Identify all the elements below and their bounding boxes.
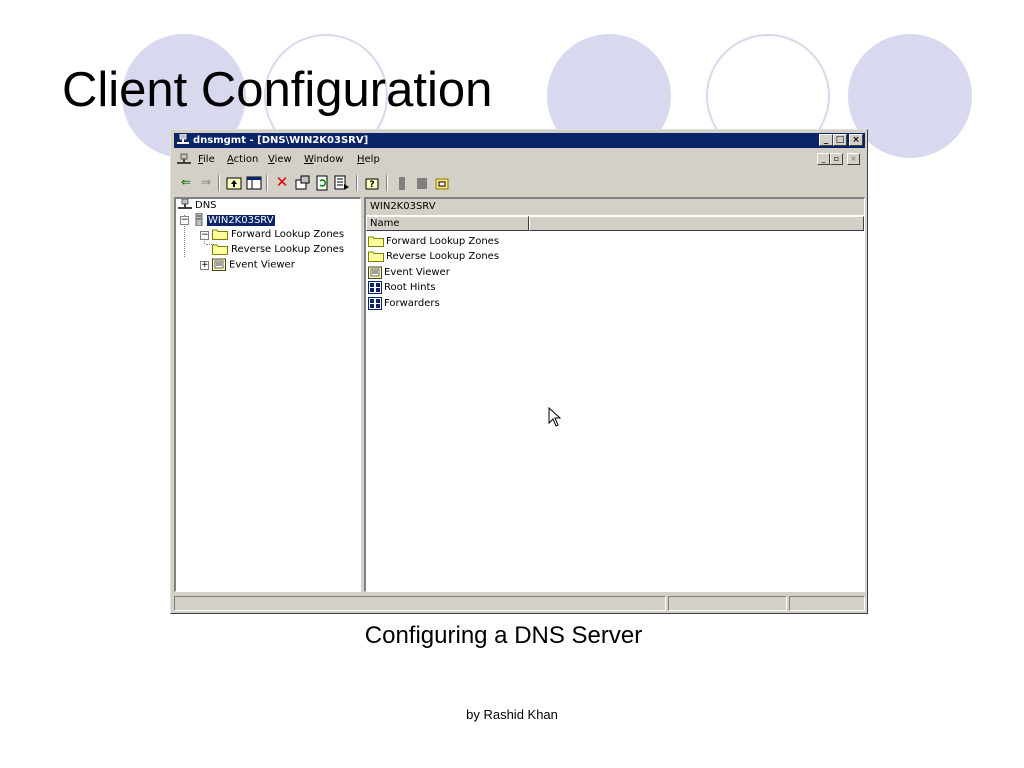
toolbar-separator bbox=[218, 175, 220, 191]
slide-byline: by Rashid Khan bbox=[466, 707, 558, 722]
list-item-label: Root Hints bbox=[384, 282, 436, 293]
list-item[interactable]: Forwarders bbox=[368, 296, 440, 311]
collapse-server-button[interactable]: − bbox=[180, 216, 189, 225]
list-item[interactable]: Event Viewer bbox=[368, 265, 450, 280]
folder-icon bbox=[368, 236, 384, 247]
list-item[interactable]: Root Hints bbox=[368, 280, 436, 295]
tree-item-reverse-lookup-zones[interactable]: Reverse Lookup Zones bbox=[212, 243, 344, 257]
details-header: WIN2K03SRV bbox=[366, 199, 864, 215]
list-item-label: Forward Lookup Zones bbox=[386, 236, 500, 247]
server-icon[interactable] bbox=[394, 175, 410, 191]
toolbar-separator bbox=[386, 175, 388, 191]
svg-text:?: ? bbox=[369, 180, 374, 190]
collapse-forward-zones-button[interactable]: − bbox=[200, 231, 209, 240]
properties-icon[interactable] bbox=[294, 175, 310, 191]
window-title: dnsmgmt - [DNS\WIN2K03SRV] bbox=[193, 135, 369, 146]
tree-label: Reverse Lookup Zones bbox=[231, 244, 345, 255]
toolbar-separator bbox=[356, 175, 358, 191]
tree-label: WIN2K03SRV bbox=[207, 214, 275, 226]
tree-label: Event Viewer bbox=[229, 259, 295, 271]
help-icon[interactable]: ? bbox=[364, 175, 380, 191]
refresh-icon[interactable] bbox=[314, 175, 330, 191]
menu-action[interactable]: Action bbox=[227, 154, 258, 165]
new-record-icon[interactable] bbox=[434, 175, 450, 191]
root-hints-icon bbox=[368, 280, 382, 294]
console-tree: DNS − WIN2K03SRV − Forward Lookup Zones … bbox=[174, 197, 361, 592]
folder-icon bbox=[212, 244, 228, 255]
show-hide-tree-icon[interactable] bbox=[246, 175, 262, 191]
tree-item-dns[interactable]: DNS bbox=[178, 199, 217, 213]
column-header-blank[interactable] bbox=[529, 216, 864, 231]
slide-caption: Configuring a DNS Server bbox=[364, 622, 643, 649]
list-item[interactable]: Forward Lookup Zones bbox=[368, 234, 499, 249]
folder-icon bbox=[368, 251, 384, 262]
maximize-button[interactable]: □ bbox=[833, 134, 847, 146]
server-icon bbox=[195, 213, 203, 226]
dns-management-window: dnsmgmt - [DNS\WIN2K03SRV] _ □ × File Ac… bbox=[170, 129, 868, 614]
list-item-label: Reverse Lookup Zones bbox=[386, 251, 500, 262]
forwarders-icon bbox=[368, 296, 382, 310]
folder-icon bbox=[212, 229, 228, 240]
event-viewer-icon bbox=[368, 266, 382, 279]
slide-title: Client Configuration bbox=[62, 63, 493, 117]
tree-item-event-viewer[interactable]: Event Viewer bbox=[212, 258, 295, 272]
mdi-minimize-button[interactable]: _ bbox=[817, 153, 830, 165]
up-one-level-icon[interactable] bbox=[226, 175, 242, 191]
status-cell-2 bbox=[668, 596, 787, 611]
delete-icon[interactable]: ✕ bbox=[274, 175, 290, 191]
expand-event-viewer-button[interactable]: + bbox=[200, 261, 209, 270]
tree-label: DNS bbox=[195, 200, 217, 211]
mouse-cursor-icon bbox=[548, 407, 561, 427]
list-item-label: Forwarders bbox=[384, 298, 440, 309]
close-button[interactable]: × bbox=[849, 134, 863, 146]
console-icon bbox=[177, 153, 191, 164]
list-item-label: Event Viewer bbox=[384, 267, 450, 278]
tree-item-forward-lookup-zones[interactable]: Forward Lookup Zones bbox=[212, 228, 344, 242]
menu-file[interactable]: File bbox=[198, 154, 215, 165]
minimize-button[interactable]: _ bbox=[819, 134, 833, 146]
back-icon[interactable]: ⇐ bbox=[178, 175, 194, 191]
title-bar[interactable]: dnsmgmt - [DNS\WIN2K03SRV] _ □ × bbox=[174, 133, 865, 148]
status-cell-main bbox=[174, 596, 666, 611]
toolbar-separator bbox=[266, 175, 268, 191]
status-bar bbox=[174, 595, 865, 612]
toolbar: ⇐ ⇒ ✕ ? bbox=[174, 172, 865, 194]
menu-window[interactable]: Window bbox=[304, 154, 343, 165]
menu-help[interactable]: Help bbox=[357, 154, 380, 165]
forward-icon[interactable]: ⇒ bbox=[198, 175, 214, 191]
column-header-name[interactable]: Name bbox=[366, 216, 529, 231]
zone-icon[interactable] bbox=[414, 175, 430, 191]
event-viewer-icon bbox=[212, 258, 226, 271]
mdi-close-button[interactable]: × bbox=[847, 153, 860, 165]
export-list-icon[interactable] bbox=[334, 175, 350, 191]
list-item[interactable]: Reverse Lookup Zones bbox=[368, 249, 499, 264]
tree-item-server[interactable]: WIN2K03SRV bbox=[194, 213, 275, 227]
details-pane: WIN2K03SRV Name Forward Lookup Zones Rev… bbox=[364, 197, 865, 592]
status-cell-3 bbox=[789, 596, 865, 611]
mdi-restore-button[interactable]: ▫ bbox=[830, 153, 843, 165]
menu-bar: File Action View Window Help _ ▫ × bbox=[174, 151, 865, 169]
dns-app-icon bbox=[177, 134, 189, 144]
tree-label: Forward Lookup Zones bbox=[231, 229, 345, 240]
menu-view[interactable]: View bbox=[268, 154, 292, 165]
dns-root-icon bbox=[178, 199, 192, 209]
